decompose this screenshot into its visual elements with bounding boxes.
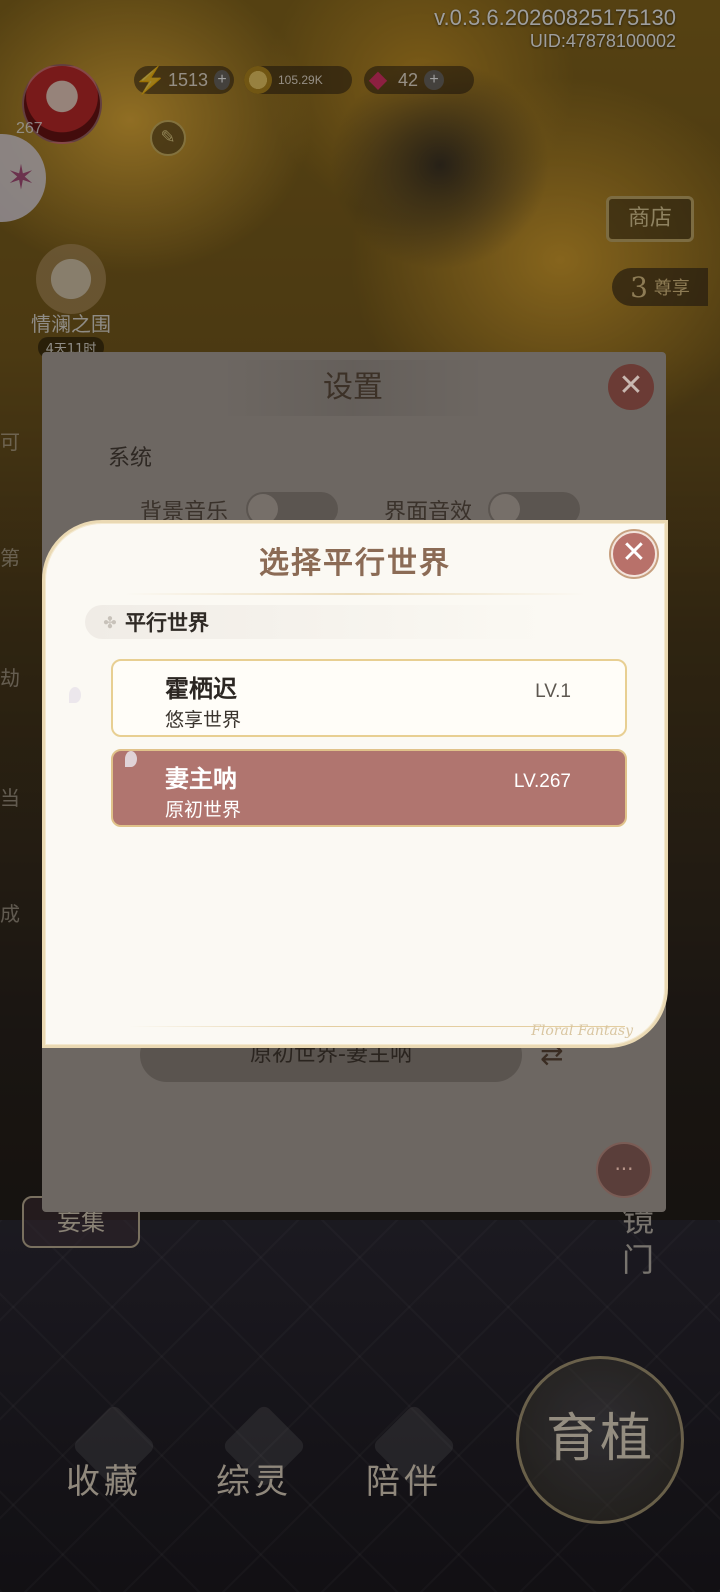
dialog-signature: Floral Fantasy: [531, 1023, 633, 1039]
settings-title: 设置: [220, 360, 486, 416]
title-divider: [125, 593, 585, 595]
petal-decoration: [69, 687, 81, 703]
clover-icon: ✤: [103, 612, 117, 632]
world-card-selected[interactable]: 妻主呐 原初世界 LV.267: [111, 749, 627, 827]
parallel-world-dialog: 选择平行世界 ✕ ✤ 平行世界 霍栖迟 悠享世界 LV.1 妻主呐 原初世界 L…: [42, 520, 668, 1048]
world-type: 原初世界: [165, 799, 242, 821]
section-header: ✤ 平行世界: [85, 605, 545, 639]
world-character-name: 妻主呐: [165, 764, 237, 793]
world-card[interactable]: 霍栖迟 悠享世界 LV.1: [111, 659, 627, 737]
world-type: 悠享世界: [165, 709, 242, 731]
world-level: LV.267: [513, 771, 571, 792]
settings-close-button[interactable]: ✕: [608, 364, 654, 410]
support-chat-icon[interactable]: ···: [596, 1142, 652, 1198]
world-level: LV.1: [535, 681, 571, 702]
section-label: 平行世界: [125, 611, 209, 635]
petal-decoration: [125, 751, 137, 767]
dialog-title: 选择平行世界: [259, 546, 451, 581]
dialog-close-button[interactable]: ✕: [611, 531, 657, 577]
world-character-name: 霍栖迟: [165, 674, 237, 703]
system-section-label: 系统: [108, 446, 153, 471]
